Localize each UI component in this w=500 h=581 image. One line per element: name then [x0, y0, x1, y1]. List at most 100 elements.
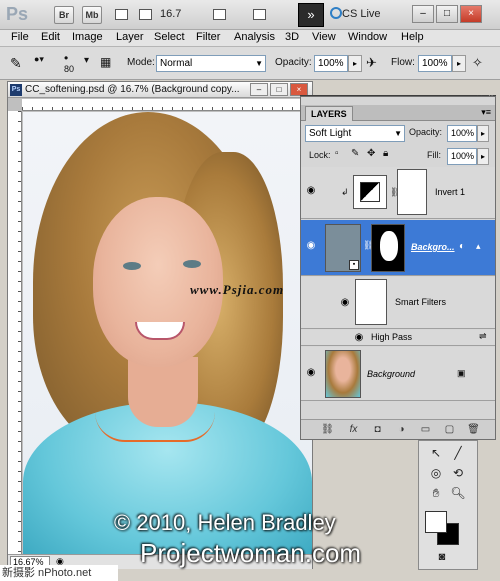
- link-layers-icon[interactable]: ⛓: [321, 423, 334, 436]
- cs-live-button[interactable]: CS Live: [342, 8, 381, 20]
- mode-label: Mode:: [127, 57, 155, 68]
- horizontal-ruler[interactable]: [22, 99, 312, 111]
- visibility-eye-icon[interactable]: ◉: [351, 330, 367, 346]
- brush-tool-icon[interactable]: ✎: [10, 55, 22, 72]
- view-extras-button[interactable]: [112, 6, 132, 24]
- menu-3d[interactable]: 3D: [285, 31, 299, 43]
- visibility-eye-icon[interactable]: ◉: [337, 295, 353, 311]
- lock-all-icon[interactable]: 🔒︎: [383, 148, 388, 159]
- menu-analysis[interactable]: Analysis: [234, 31, 275, 43]
- bridge-button[interactable]: Br: [54, 6, 74, 24]
- quick-mask-icon[interactable]: ◙: [433, 549, 451, 565]
- layer-name[interactable]: Background: [367, 369, 415, 379]
- layer-opacity-dropdown[interactable]: ▸: [477, 125, 489, 142]
- layer-opacity-field[interactable]: 100%: [447, 125, 477, 142]
- visibility-eye-icon[interactable]: ◉: [303, 238, 319, 254]
- brush-size[interactable]: 80: [64, 64, 74, 74]
- layer-style-icon[interactable]: fx: [347, 423, 360, 436]
- menu-help[interactable]: Help: [401, 31, 424, 43]
- add-mask-icon[interactable]: ◘: [371, 423, 384, 436]
- lock-position-icon[interactable]: ✥: [367, 148, 375, 159]
- brush-picker-icon[interactable]: ▾: [84, 55, 89, 66]
- menu-select[interactable]: Select: [154, 31, 185, 43]
- layer-thumbnail[interactable]: [325, 350, 361, 398]
- filter-mask-thumbnail[interactable]: [355, 279, 387, 325]
- layer-name[interactable]: Invert 1: [435, 187, 465, 197]
- menu-window[interactable]: Window: [348, 31, 387, 43]
- lock-pixels-icon[interactable]: ✎: [351, 148, 359, 159]
- zoom-level[interactable]: 16.7: [160, 8, 181, 20]
- 3d-rotate-tool-icon[interactable]: ◎: [427, 465, 445, 481]
- hand-icon: [139, 9, 152, 20]
- layer-mask-thumbnail[interactable]: [371, 224, 405, 272]
- menu-view[interactable]: View: [312, 31, 336, 43]
- watermark-text: www.Psjia.com: [190, 282, 285, 297]
- visibility-eye-icon[interactable]: ◉: [303, 365, 319, 381]
- image-canvas[interactable]: [23, 112, 312, 555]
- tools-panel: ↖ ╱ ◎ ⟲ ✋︎ 🔍︎ ◙: [418, 440, 478, 570]
- cs-live-icon: [330, 7, 342, 19]
- mode-select[interactable]: Normal ▼: [156, 55, 266, 72]
- layer-row-background-copy[interactable]: ◉ ▪ ⛓ Backgro... ◐ ▴: [301, 220, 495, 276]
- brush-preview-icon[interactable]: ●▾: [34, 54, 44, 65]
- maximize-button[interactable]: □: [436, 5, 458, 23]
- close-button[interactable]: ×: [460, 5, 482, 23]
- filter-effects-icon[interactable]: ◐: [459, 241, 465, 252]
- layer-mask-thumbnail[interactable]: [397, 169, 427, 215]
- hand-tool-icon[interactable]: ✋︎: [427, 485, 445, 501]
- mini-bridge-button[interactable]: Mb: [82, 6, 102, 24]
- doc-maximize-button[interactable]: □: [270, 83, 288, 96]
- visibility-eye-icon[interactable]: ◉: [303, 183, 319, 199]
- opacity-field[interactable]: 100%: [314, 55, 348, 72]
- menu-image[interactable]: Image: [72, 31, 103, 43]
- opacity-dropdown[interactable]: ▸: [348, 55, 362, 72]
- fast-forward-icon[interactable]: »: [298, 3, 324, 27]
- layer-name[interactable]: Smart Filters: [395, 297, 446, 307]
- smart-object-thumbnail[interactable]: ▪: [325, 224, 361, 272]
- fill-dropdown[interactable]: ▸: [477, 148, 489, 165]
- adjustment-icon[interactable]: [353, 175, 387, 209]
- menu-filter[interactable]: Filter: [196, 31, 220, 43]
- menu-file[interactable]: File: [11, 31, 29, 43]
- layer-row-smart-filters[interactable]: ◉ Smart Filters: [301, 277, 495, 329]
- lock-transparency-icon[interactable]: ▫: [335, 148, 339, 159]
- delete-layer-icon[interactable]: 🗑︎: [467, 423, 480, 436]
- doc-minimize-button[interactable]: –: [250, 83, 268, 96]
- minimize-button[interactable]: –: [412, 5, 434, 23]
- layer-row-high-pass[interactable]: ◉ High Pass ⇌: [301, 330, 495, 346]
- brush-panel-icon[interactable]: ▦: [100, 55, 111, 69]
- panel-menu-icon[interactable]: ▾≡: [481, 107, 491, 118]
- vertical-ruler[interactable]: [8, 111, 22, 555]
- layers-tab-row: LAYERS ▾≡: [301, 105, 495, 121]
- 3d-orbit-tool-icon[interactable]: ⟲: [449, 465, 467, 481]
- new-layer-icon[interactable]: ▢: [443, 423, 456, 436]
- fill-field[interactable]: 100%: [447, 148, 477, 165]
- menu-layer[interactable]: Layer: [116, 31, 144, 43]
- new-group-icon[interactable]: ▭: [419, 423, 432, 436]
- foreground-color-swatch[interactable]: [425, 511, 447, 533]
- adjustment-layer-icon[interactable]: ◑: [395, 423, 408, 436]
- tablet-pressure-icon[interactable]: ✧: [472, 55, 483, 71]
- expand-arrow-icon[interactable]: ▴: [476, 241, 481, 252]
- filter-options-icon[interactable]: ⇌: [479, 331, 487, 342]
- path-selection-tool-icon[interactable]: ↖: [427, 445, 445, 461]
- hand-tool-button[interactable]: [136, 6, 156, 24]
- line-tool-icon[interactable]: ╱: [449, 445, 467, 461]
- document-tab[interactable]: Ps CC_softening.psd @ 16.7% (Background …: [8, 82, 312, 98]
- airbrush-icon[interactable]: ✈: [366, 55, 377, 71]
- website-line: Projectwoman.com: [140, 538, 362, 568]
- layer-name[interactable]: Backgro...: [411, 242, 455, 252]
- menu-edit[interactable]: Edit: [41, 31, 60, 43]
- arrange-documents-button[interactable]: [210, 6, 230, 24]
- invert-adjustment-icon: [360, 182, 380, 202]
- blend-mode-select[interactable]: Soft Light ▼: [305, 125, 405, 142]
- zoom-tool-icon[interactable]: 🔍︎: [449, 485, 467, 501]
- lock-label: Lock:: [309, 150, 331, 160]
- layer-row-background[interactable]: ◉ Background ▣: [301, 347, 495, 401]
- layer-row-invert[interactable]: ◉ ↲ ⛓ Invert 1: [301, 167, 495, 219]
- filter-name[interactable]: High Pass: [371, 332, 412, 342]
- tab-layers[interactable]: LAYERS: [305, 106, 353, 121]
- screen-mode-button[interactable]: [250, 6, 270, 24]
- flow-field[interactable]: 100%: [418, 55, 452, 72]
- flow-dropdown[interactable]: ▸: [452, 55, 466, 72]
